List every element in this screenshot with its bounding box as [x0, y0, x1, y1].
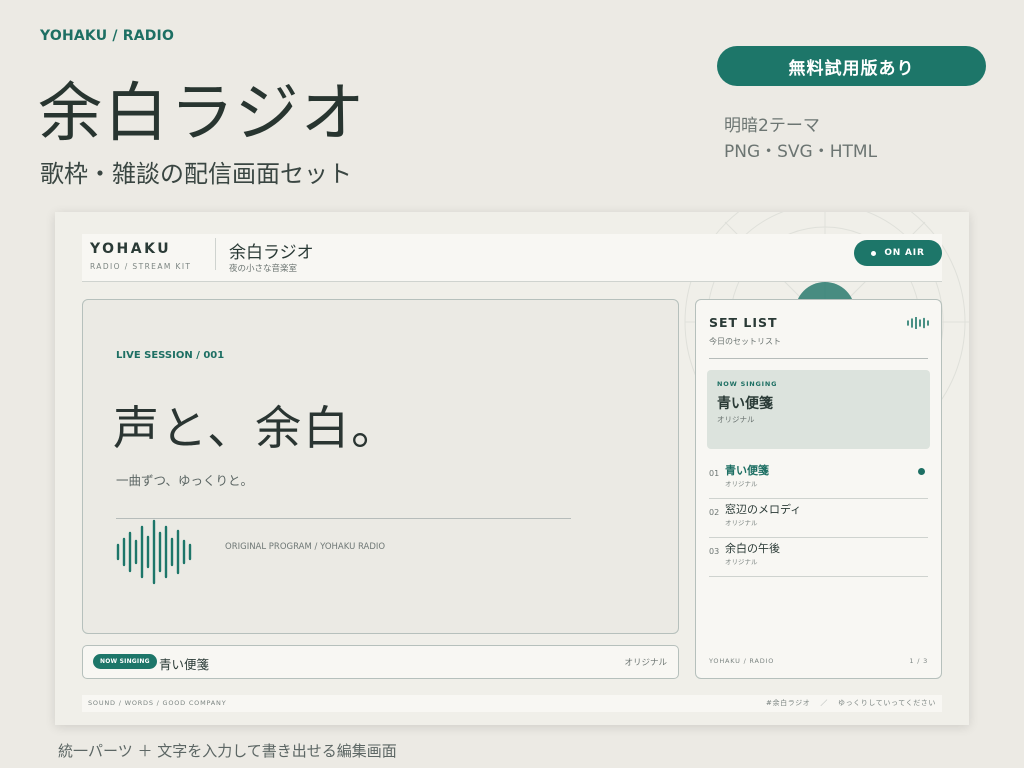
main-stage-card: LIVE SESSION / 001 声と、余白。 一曲ずつ、ゆっくりと。 OR… [82, 299, 679, 634]
now-playing-meta: オリジナル [624, 658, 667, 668]
now-singing-badge: NOW SINGING [93, 654, 157, 669]
bottombar-separator: ／ [820, 699, 828, 707]
setlist-subtitle: 今日のセットリスト [709, 337, 781, 346]
format-info: PNG・SVG・HTML [724, 142, 878, 162]
welcome-text: ゆっくりしていってください [837, 699, 936, 707]
page-subtitle: 歌枠・雑談の配信画面セット [40, 160, 352, 188]
active-dot-icon [918, 468, 925, 475]
setlist-page-indicator: 1 / 3 [909, 657, 928, 665]
setlist-item-number: 01 [709, 469, 720, 478]
setlist-footer-brand: YOHAKU / RADIO [709, 657, 775, 665]
stream-subtitle: 夜の小さな音楽室 [229, 264, 298, 274]
now-singing-title: 青い便箋 [717, 396, 773, 412]
now-playing-title: 青い便箋 [159, 657, 210, 672]
setlist-item-name: 青い便箋 [725, 464, 769, 477]
now-singing-sub: オリジナル [717, 415, 755, 424]
live-dot-icon [871, 250, 877, 256]
session-label: LIVE SESSION / 001 [116, 350, 225, 361]
setlist-item[interactable]: 01 青い便箋 オリジナル [709, 460, 928, 499]
bottombar-left-text: SOUND / WORDS / GOOD COMPANY [88, 699, 227, 707]
setlist-item-tag: オリジナル [725, 480, 758, 488]
setlist-item[interactable]: 02 窓辺のメロディ オリジナル [709, 499, 928, 538]
on-air-label: ON AIR [884, 248, 925, 258]
stream-mockup: YOHAKU RADIO / STREAM KIT 余白ラジオ 夜の小さな音楽室… [55, 212, 969, 725]
stream-bottombar: SOUND / WORDS / GOOD COMPANY #余白ラジオ ／ ゆっくり… [82, 695, 942, 712]
stream-title: 余白ラジオ [229, 243, 314, 263]
waveform-icon [116, 519, 192, 585]
setlist-item-tag: オリジナル [725, 558, 758, 566]
setlist-item[interactable]: 03 余白の午後 オリジナル [709, 538, 928, 577]
hashtag-text: #余白ラジオ [766, 699, 811, 707]
hero-subtext: 一曲ずつ、ゆっくりと。 [116, 473, 254, 488]
stream-brand: YOHAKU [90, 241, 172, 257]
stream-brand-sub: RADIO / STREAM KIT [90, 262, 192, 271]
footer-caption: 統一パーツ ＋ 文字を入力して書き出せる編集画面 [58, 742, 397, 760]
setlist-title: SET LIST [709, 315, 778, 330]
theme-info: 明暗2テーマ [724, 116, 820, 136]
topbar-divider [215, 238, 216, 270]
setlist-item-number: 03 [709, 547, 720, 556]
setlist-item-name: 余白の午後 [725, 542, 780, 555]
setlist-panel: SET LIST 今日のセットリスト NOW SINGING 青い便箋 オリジナ… [695, 299, 942, 679]
brand-tag: YOHAKU / RADIO [40, 28, 175, 44]
audio-bars-icon [907, 317, 929, 329]
setlist-item-number: 02 [709, 508, 720, 517]
hero-text: 声と、余白。 [113, 401, 400, 455]
stream-topbar: YOHAKU RADIO / STREAM KIT 余白ラジオ 夜の小さな音楽室… [82, 234, 942, 282]
now-playing-bar: NOW SINGING 青い便箋 オリジナル [82, 645, 679, 679]
now-singing-label: NOW SINGING [717, 380, 778, 388]
setlist-divider [709, 358, 928, 359]
bottombar-right-text: #余白ラジオ ／ ゆっくりしていってください [766, 698, 936, 708]
program-label: ORIGINAL PROGRAM / YOHAKU RADIO [225, 542, 386, 552]
free-trial-button[interactable]: 無料試用版あり [717, 46, 986, 86]
setlist-now-card: NOW SINGING 青い便箋 オリジナル [707, 370, 930, 449]
page-title: 余白ラジオ [38, 77, 367, 151]
on-air-badge: ON AIR [854, 240, 942, 266]
setlist-item-name: 窓辺のメロディ [725, 503, 802, 516]
setlist-item-tag: オリジナル [725, 519, 758, 527]
